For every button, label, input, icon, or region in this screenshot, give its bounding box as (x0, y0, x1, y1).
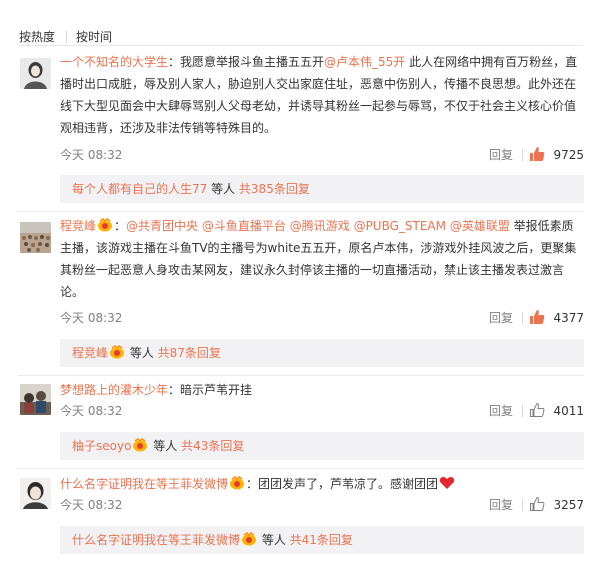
meta-separator (522, 405, 523, 417)
reply-button[interactable]: 回复 (489, 401, 513, 421)
reply-button[interactable]: 回复 (489, 495, 513, 515)
colon: ： (168, 55, 181, 69)
sub-reply-user[interactable]: 什么名字证明我在等王菲发微博 (72, 533, 240, 547)
sub-replies-box[interactable]: 柚子seoyo 等人 共43条回复 (60, 432, 584, 460)
meta-separator (522, 149, 523, 161)
avatar[interactable] (20, 384, 51, 415)
sub-replies-box[interactable]: 程竞峰 等人 共87条回复 (60, 339, 584, 367)
avatar[interactable] (20, 222, 51, 253)
like-count: 4011 (553, 404, 584, 418)
sort-divider (18, 45, 582, 46)
sub-reply-count[interactable]: 共43条回复 (181, 439, 244, 453)
thumbs-up-icon (530, 147, 545, 161)
avatar[interactable] (20, 58, 51, 89)
sub-replies-box[interactable]: 什么名字证明我在等王菲发微博 等人 共41条回复 (60, 526, 584, 554)
sort-separator (66, 31, 67, 43)
mention-link[interactable]: @斗鱼直播平台 (202, 219, 286, 233)
comment-time: 今天 08:32 (60, 148, 123, 162)
comment-text: 团团发声了，芦苇凉了。感谢团团 (258, 477, 439, 491)
sub-reply-text: 等人 (126, 346, 158, 360)
like-button[interactable]: 3257 (530, 495, 584, 515)
sort-bar: 按热度 按时间 (0, 0, 600, 45)
like-button[interactable]: 9725 (530, 145, 584, 165)
sort-by-time-tab[interactable]: 按时间 (76, 30, 112, 44)
comment-time: 今天 08:32 (60, 404, 123, 418)
comment-divider (18, 211, 584, 212)
comment-user-name[interactable]: 一个不知名的大学生 (60, 55, 168, 69)
sub-reply-user[interactable]: 每个人都有自己的人生77 (72, 182, 207, 196)
like-button[interactable]: 4011 (530, 401, 584, 421)
colon: ： (114, 219, 127, 233)
meta-separator (522, 312, 523, 324)
vip-badge-icon (241, 528, 257, 546)
heart-icon (439, 475, 455, 489)
reply-button[interactable]: 回复 (489, 145, 513, 165)
comment-user-name[interactable]: 程竞峰 (60, 219, 96, 233)
thumbs-up-icon (530, 402, 545, 417)
mention-link[interactable]: @腾讯游戏 (290, 219, 350, 233)
comment-divider (18, 375, 584, 376)
mention-link[interactable]: @PUBG_STEAM (354, 219, 446, 233)
vip-badge-icon (109, 341, 125, 359)
comment-user-name[interactable]: 梦想路上的灌木少年 (60, 383, 168, 397)
comment-divider (18, 468, 584, 469)
comment-user-name[interactable]: 什么名字证明我在等王菲发微博 (60, 477, 228, 491)
sub-reply-user[interactable]: 柚子seoyo (72, 439, 131, 453)
thumbs-up-icon (530, 496, 545, 511)
sub-replies-box[interactable]: 每个人都有自己的人生77 等人 共385条回复 (60, 175, 584, 203)
sub-reply-count[interactable]: 共385条回复 (239, 182, 310, 196)
colon: ： (168, 383, 181, 397)
comment-time: 今天 08:32 (60, 311, 123, 325)
sub-reply-text: 等人 (258, 533, 290, 547)
mention-link[interactable]: @共青团中央 (126, 219, 198, 233)
vip-badge-icon (132, 434, 148, 452)
sub-reply-count[interactable]: 共41条回复 (290, 533, 353, 547)
like-count: 4377 (553, 311, 584, 325)
thumbs-up-icon (530, 310, 545, 324)
sub-reply-count[interactable]: 共87条回复 (158, 346, 221, 360)
like-count: 3257 (553, 498, 584, 512)
comment-text: 暗示芦苇开挂 (180, 383, 253, 397)
sub-reply-user[interactable]: 程竞峰 (72, 346, 108, 360)
sub-reply-text: 等人 (149, 439, 182, 453)
comment-time: 今天 08:32 (60, 498, 123, 512)
sort-by-hot-tab[interactable]: 按热度 (19, 30, 55, 44)
reply-button[interactable]: 回复 (489, 308, 513, 328)
vip-badge-icon (229, 475, 245, 490)
vip-badge-icon (97, 217, 113, 232)
sub-reply-text: 等人 (207, 182, 239, 196)
meta-separator (522, 499, 523, 511)
like-button[interactable]: 4377 (530, 308, 584, 328)
mention-link[interactable]: @卢本伟_55开 (324, 55, 405, 69)
colon: ： (246, 477, 259, 491)
like-count: 9725 (553, 148, 584, 162)
avatar[interactable] (20, 478, 51, 509)
mention-link[interactable]: @英雄联盟 (450, 219, 510, 233)
comment-text: 我愿意举报斗鱼主播五五开 (180, 55, 325, 69)
